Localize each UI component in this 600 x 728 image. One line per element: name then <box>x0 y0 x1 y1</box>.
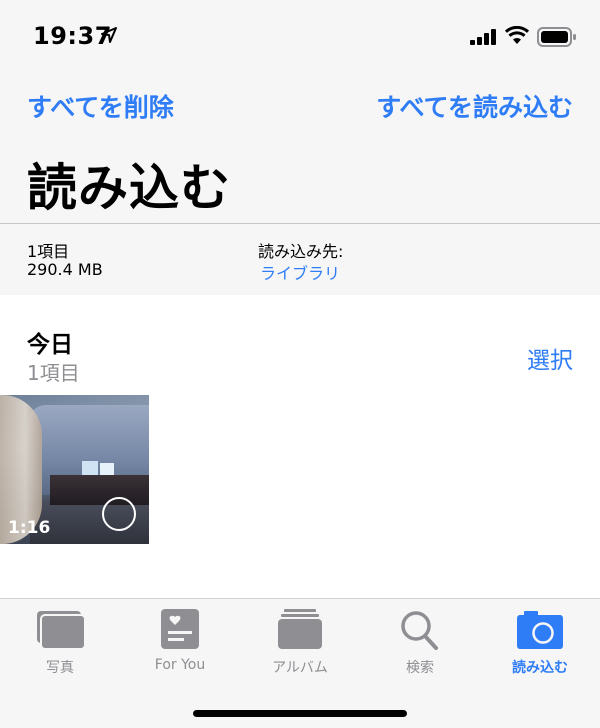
tab-for-you[interactable]: For You <box>120 599 240 689</box>
tab-label: 読み込む <box>512 660 568 676</box>
status-bar: 19:37 <box>0 0 600 70</box>
import-content: 今日 1項目 選択 1:16 <box>0 295 600 598</box>
tab-label: 検索 <box>406 660 434 676</box>
tab-import[interactable]: 読み込む <box>480 599 600 689</box>
tab-albums[interactable]: アルバム <box>240 599 360 689</box>
page-title: 読み込む <box>27 159 231 217</box>
tab-bar: 写真 For You アルバム 検索 読み込む <box>0 598 600 728</box>
video-thumbnail[interactable]: 1:16 <box>0 395 149 544</box>
tab-label: アルバム <box>272 660 328 676</box>
location-arrow-icon <box>101 27 117 43</box>
tab-photos[interactable]: 写真 <box>0 599 120 689</box>
item-count-label: 1項目 <box>27 242 70 261</box>
tab-search[interactable]: 検索 <box>360 599 480 689</box>
delete-all-button[interactable]: すべてを削除 <box>27 88 174 124</box>
import-info-bar: 1項目 290.4 MB 読み込み先: ライブラリ <box>0 223 600 296</box>
search-icon <box>401 611 438 650</box>
section-item-count: 1項目 <box>27 361 80 385</box>
import-camera-icon <box>517 611 563 649</box>
section-title-today: 今日 <box>27 332 73 358</box>
tab-label: 写真 <box>46 660 74 676</box>
home-indicator[interactable] <box>193 710 407 717</box>
photos-icon <box>37 611 86 650</box>
for-you-icon <box>161 609 199 649</box>
destination-label: 読み込み先: <box>258 242 344 261</box>
total-size-label: 290.4 MB <box>27 260 103 279</box>
thumbnail-monitor-2 <box>100 463 114 475</box>
import-all-button[interactable]: すべてを読み込む <box>376 88 573 124</box>
selection-circle-icon[interactable] <box>102 497 136 531</box>
tab-label: For You <box>154 657 206 673</box>
destination-library-link[interactable]: ライブラリ <box>260 260 340 284</box>
cellular-signal-icon <box>470 29 496 45</box>
battery-icon <box>537 27 576 47</box>
thumbnail-desk <box>50 475 149 505</box>
albums-icon <box>278 609 322 649</box>
thumbnail-monitor <box>82 461 98 475</box>
video-duration: 1:16 <box>8 518 51 538</box>
wifi-icon <box>505 26 529 44</box>
select-button[interactable]: 選択 <box>527 341 573 375</box>
import-actions-bar: すべてを削除 すべてを読み込む <box>0 88 600 124</box>
